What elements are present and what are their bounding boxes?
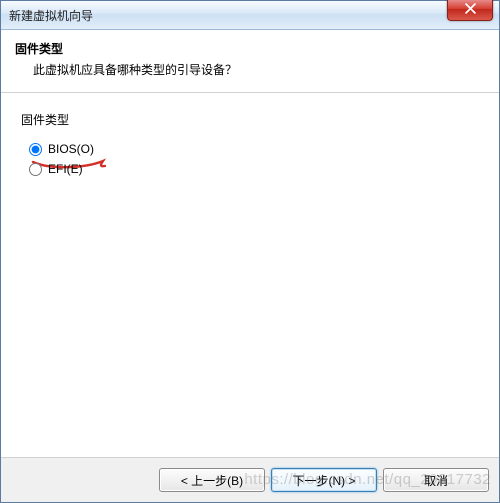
next-button[interactable]: 下一步(N) > — [271, 468, 377, 492]
radio-option-efi[interactable]: EFI(E) — [29, 162, 479, 176]
header-panel: 固件类型 此虚拟机应具备哪种类型的引导设备？ — [1, 30, 499, 93]
back-button[interactable]: < 上一步(B) — [159, 468, 265, 492]
footer: < 上一步(B) 下一步(N) > 取消 — [1, 457, 499, 502]
close-button[interactable] — [447, 0, 493, 21]
cancel-button[interactable]: 取消 — [383, 468, 489, 492]
radio-option-bios[interactable]: BIOS(O) — [29, 142, 479, 156]
body-panel: 固件类型 BIOS(O) EFI(E) — [1, 93, 499, 423]
page-subtitle: 此虚拟机应具备哪种类型的引导设备？ — [33, 61, 485, 78]
radio-efi-input[interactable] — [29, 163, 42, 176]
group-label: 固件类型 — [21, 111, 479, 128]
wizard-window: 新建虚拟机向导 固件类型 此虚拟机应具备哪种类型的引导设备？ 固件类型 BIOS… — [0, 0, 500, 503]
radio-bios-input[interactable] — [29, 143, 42, 156]
titlebar: 新建虚拟机向导 — [1, 1, 499, 30]
radio-bios-label: BIOS(O) — [48, 142, 94, 156]
close-icon — [465, 3, 476, 17]
radio-efi-label: EFI(E) — [48, 162, 83, 176]
page-title: 固件类型 — [15, 40, 485, 57]
window-title: 新建虚拟机向导 — [9, 7, 93, 24]
